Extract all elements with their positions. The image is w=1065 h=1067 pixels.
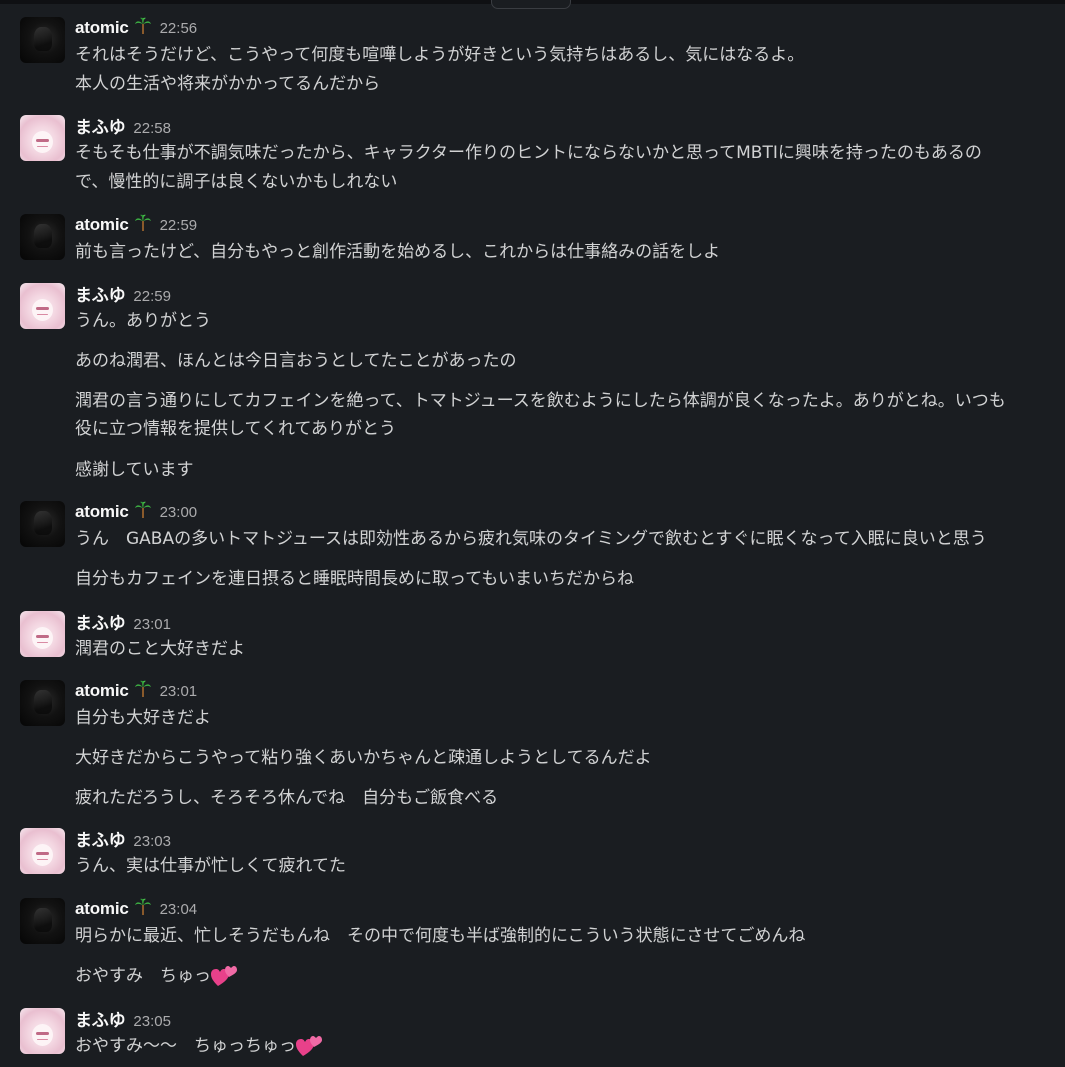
message-text: で、慢性的に調子は良くないかもしれない — [75, 172, 398, 192]
message-text: 自分もカフェインを連日摂ると睡眠時間長めに取ってもいまいちだからね — [75, 569, 634, 589]
message-header: まふゆ 22:59 — [75, 281, 171, 305]
avatar[interactable] — [20, 1008, 65, 1054]
message-text: 潤君の言う通りにしてカフェインを絶って、トマトジュースを飲むようにしたら体調が良… — [75, 391, 1006, 411]
timestamp[interactable]: 23:01 — [160, 683, 198, 700]
message-text: 感謝しています — [75, 460, 194, 480]
username[interactable]: atomic — [75, 899, 129, 919]
message-header: atomic 23:00 — [75, 499, 197, 523]
avatar[interactable] — [20, 214, 65, 260]
message-text: それはそうだけど、こうやって何度も喧嘩しようが好きという気持ちはあるし、気にはな… — [75, 45, 805, 65]
username[interactable]: atomic — [75, 681, 129, 701]
avatar[interactable] — [20, 115, 65, 161]
message-header: まふゆ 23:05 — [75, 1006, 171, 1030]
palm-tree-icon — [134, 17, 152, 35]
timestamp[interactable]: 23:00 — [160, 504, 198, 521]
avatar[interactable] — [20, 898, 65, 944]
timestamp[interactable]: 23:04 — [160, 901, 198, 918]
palm-tree-icon — [134, 680, 152, 698]
message-line: おやすみ〜〜 ちゅっちゅっ — [75, 1032, 1050, 1060]
message-text: おやすみ〜〜 ちゅっちゅっ — [75, 1036, 296, 1056]
message-header: atomic 22:56 — [75, 15, 197, 39]
message-text: 潤君のこと大好きだよ — [75, 639, 245, 659]
username[interactable]: atomic — [75, 215, 129, 235]
username[interactable]: まふゆ — [75, 609, 126, 634]
palm-tree-icon — [134, 898, 152, 916]
message-list: atomic 22:56 それはそうだけど、こうやって何度も喧嘩しようが好きとい… — [0, 0, 1065, 1065]
palm-tree-icon — [134, 214, 152, 232]
username[interactable]: まふゆ — [75, 826, 126, 851]
two-hearts-icon — [211, 964, 237, 988]
message-text: うん。ありがとう — [75, 311, 211, 331]
message-text: うん GABAの多いトマトジュースは即効性あるから疲れ気味のタイミングで飲むとす… — [75, 529, 987, 549]
message-text: 大好きだからこうやって粘り強くあいかちゃんと疎通しようとしてるんだよ — [75, 748, 652, 768]
avatar[interactable] — [20, 611, 65, 657]
username[interactable]: まふゆ — [75, 281, 126, 306]
username[interactable]: まふゆ — [75, 113, 126, 138]
message-text: あのね潤君、ほんとは今日言おうとしてたことがあったの — [75, 351, 517, 371]
message-header: atomic 23:04 — [75, 896, 197, 920]
message-line: おやすみ ちゅっ — [75, 962, 1050, 990]
message-text: 自分も大好きだよ — [75, 708, 211, 728]
avatar[interactable] — [20, 680, 65, 726]
message-text: おやすみ ちゅっ — [75, 966, 211, 986]
username[interactable]: atomic — [75, 18, 129, 38]
timestamp[interactable]: 23:01 — [133, 616, 171, 633]
avatar[interactable] — [20, 17, 65, 63]
timestamp[interactable]: 22:56 — [160, 20, 198, 37]
message-text: そもそも仕事が不調気味だったから、キャラクター作りのヒントにならないかと思ってM… — [75, 143, 982, 163]
timestamp[interactable]: 22:58 — [133, 120, 171, 137]
timestamp[interactable]: 23:05 — [133, 1013, 171, 1030]
message-header: まふゆ 23:03 — [75, 826, 171, 850]
message-text: 役に立つ情報を提供してくれてありがとう — [75, 419, 396, 439]
timestamp[interactable]: 22:59 — [133, 288, 171, 305]
message-text: 本人の生活や将来がかかってるんだから — [75, 74, 381, 94]
two-hearts-icon — [296, 1034, 322, 1058]
message-header: まふゆ 23:01 — [75, 609, 171, 633]
message-text: 明らかに最近、忙しそうだもんね その中で何度も半ば強制的にこういう状態にさせてご… — [75, 926, 806, 946]
message-text: 前も言ったけど、自分もやっと創作活動を始めるし、これからは仕事絡みの話をしよ — [75, 242, 721, 262]
message-text: うん、実は仕事が忙しくて疲れてた — [75, 856, 346, 876]
avatar[interactable] — [20, 828, 65, 874]
message-header: まふゆ 22:58 — [75, 113, 171, 137]
palm-tree-icon — [134, 501, 152, 519]
timestamp[interactable]: 22:59 — [160, 217, 198, 234]
message-text: 疲れただろうし、そろそろ休んでね 自分もご飯食べる — [75, 788, 499, 808]
avatar[interactable] — [20, 501, 65, 547]
message-header: atomic 22:59 — [75, 212, 197, 236]
username[interactable]: atomic — [75, 502, 129, 522]
message-header: atomic 23:01 — [75, 678, 197, 702]
avatar[interactable] — [20, 283, 65, 329]
timestamp[interactable]: 23:03 — [133, 833, 171, 850]
username[interactable]: まふゆ — [75, 1006, 126, 1031]
